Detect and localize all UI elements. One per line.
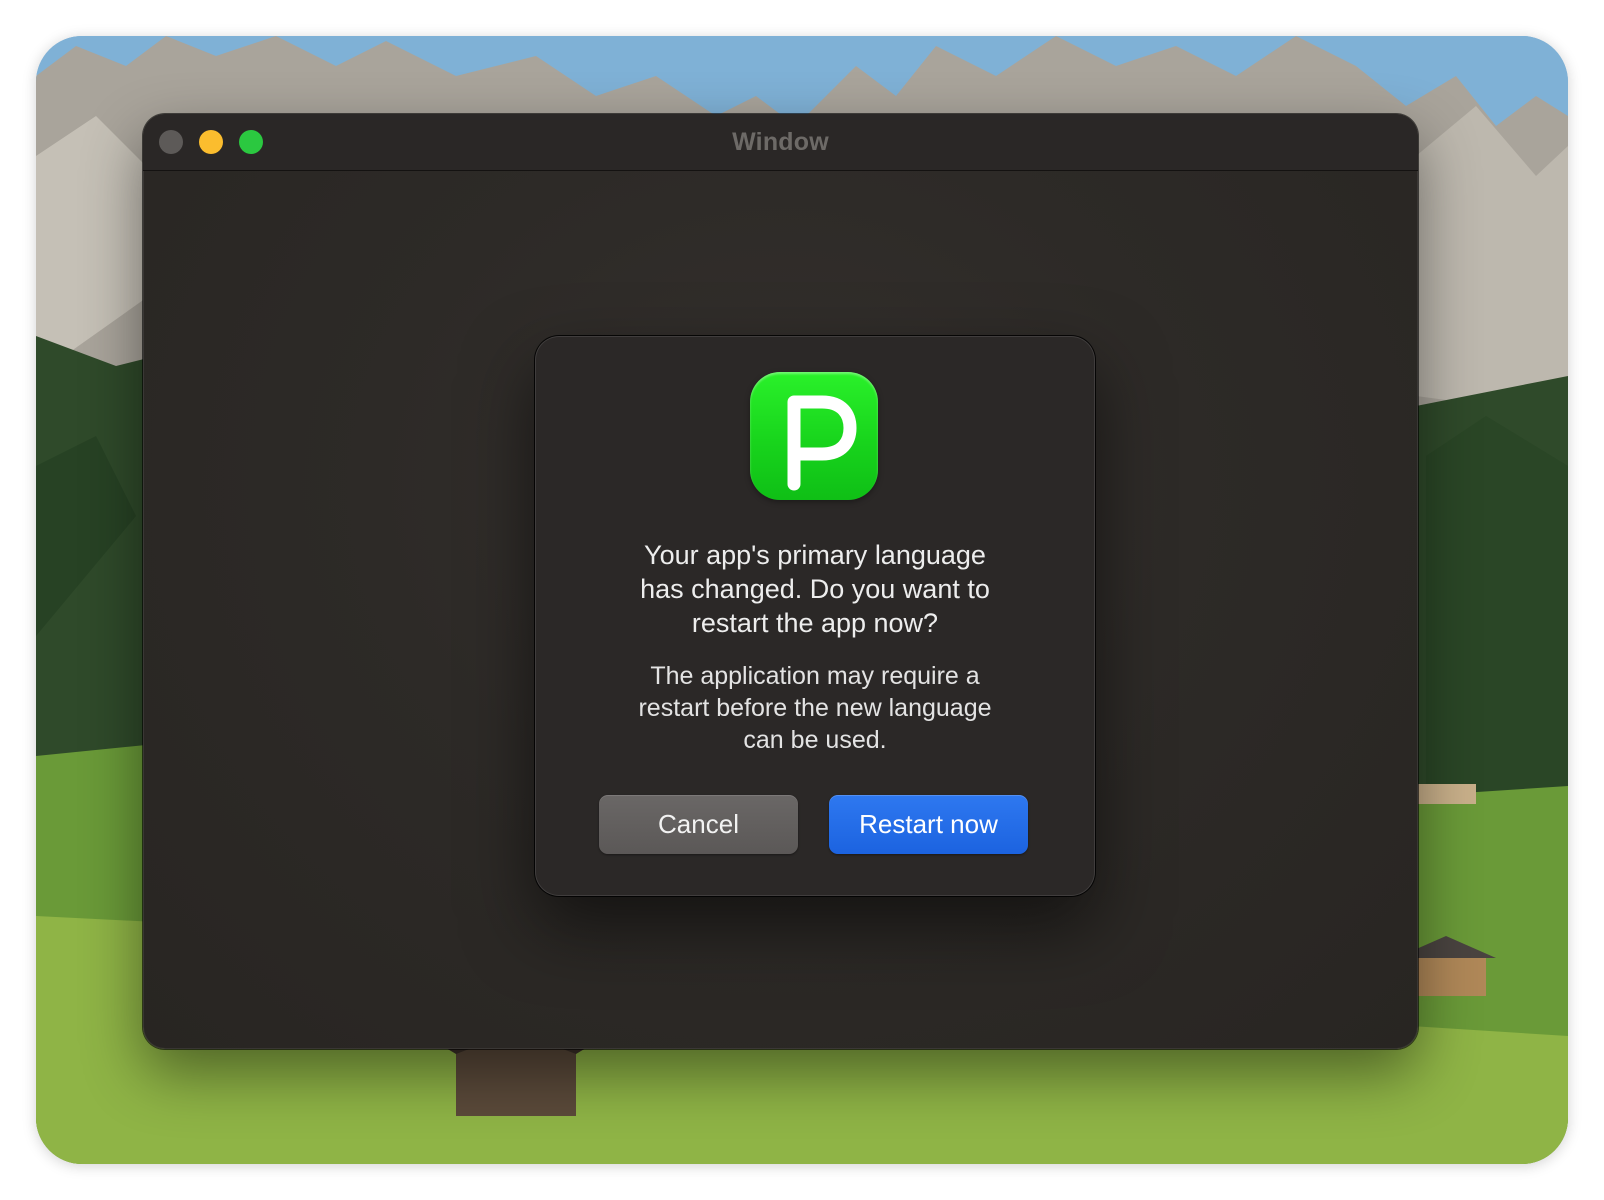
desktop: Window This is a test labe Your app's pr…	[36, 36, 1568, 1164]
informative-line: The application may require a	[650, 662, 980, 690]
alert-message: Your app's primary language has changed.…	[595, 538, 1035, 640]
restart-now-button[interactable]: Restart now	[829, 795, 1028, 854]
alert-informative-text: The application may require a restart be…	[595, 660, 1035, 756]
alert-message-line: has changed. Do you want to	[640, 574, 990, 604]
alert-message-line: restart the app now?	[691, 608, 939, 638]
app-icon	[750, 372, 878, 500]
informative-line: restart before the new language	[638, 694, 992, 722]
letter-p-icon	[787, 395, 857, 491]
window-title: Window	[732, 128, 829, 156]
alert-message-line: Your app's primary language	[644, 540, 986, 570]
restart-alert-dialog: Your app's primary language has changed.…	[535, 336, 1095, 896]
title-bar[interactable]: Window	[143, 114, 1418, 171]
cancel-button[interactable]: Cancel	[599, 795, 798, 854]
informative-line: can be used.	[743, 726, 887, 754]
